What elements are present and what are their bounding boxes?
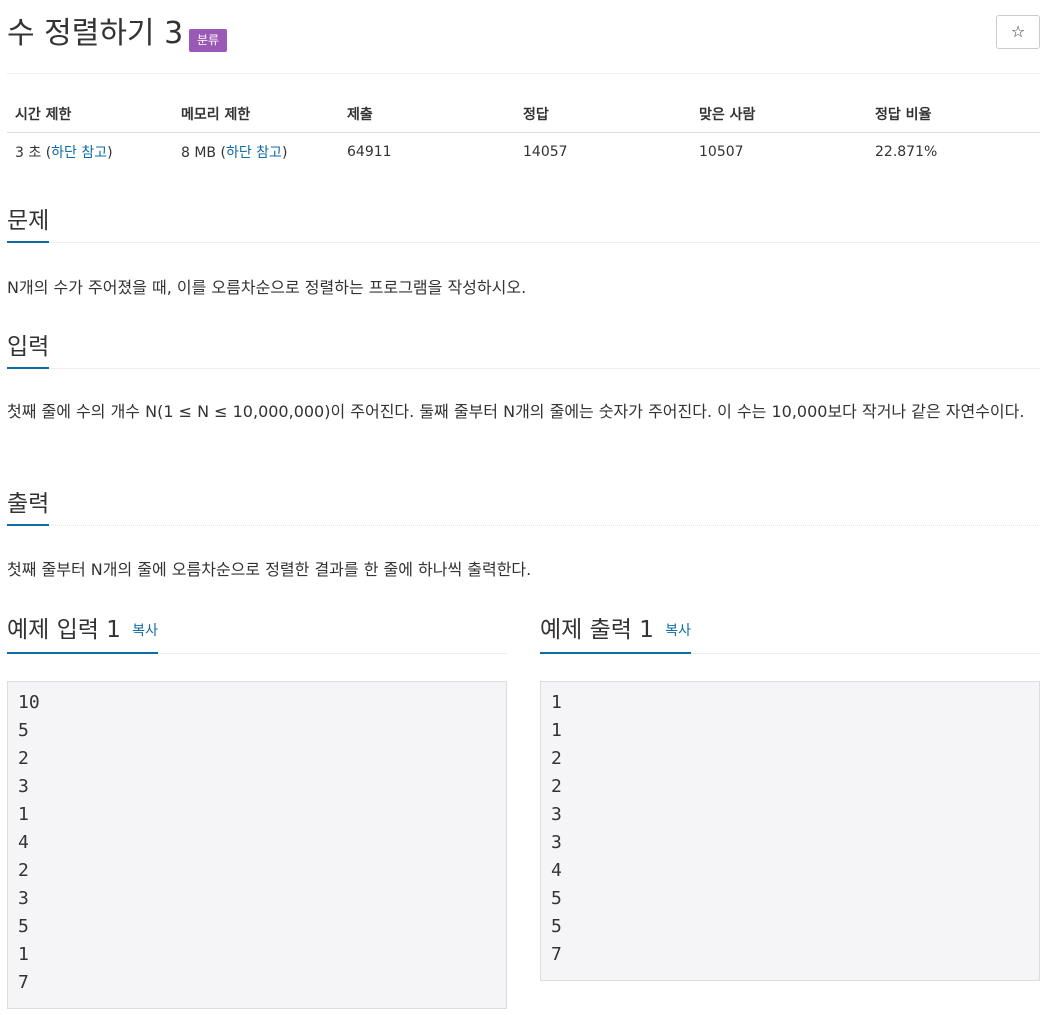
accepted-value: 14057 (523, 143, 568, 160)
page-title: 수 정렬하기 3 (7, 16, 184, 51)
memory-limit-cell: 8 MB (하단 참고) (181, 144, 288, 161)
sample-output-header: 예제 출력 1 복사 (540, 610, 1040, 654)
memory-limit-value: 8 MB (181, 144, 217, 161)
time-note-link[interactable]: 하단 참고 (51, 145, 107, 161)
description-section: 문제 N개의 수가 주어졌을 때, 이를 오름차순으로 정렬하는 프로그램을 작… (7, 203, 1040, 303)
input-header: 입력 (7, 329, 1040, 369)
output-title: 출력 (7, 486, 50, 526)
input-text: 첫째 줄에 수의 개수 N(1 ≤ N ≤ 10,000,000)이 주어진다.… (7, 402, 1025, 421)
copy-output-button[interactable]: 복사 (665, 623, 691, 639)
time-limit-cell: 3 초 (하단 참고) (15, 144, 113, 161)
info-value-row: 3 초 (하단 참고) 8 MB (하단 참고) 64911 14057 105… (7, 132, 1040, 171)
submissions-value: 64911 (347, 143, 392, 160)
copy-input-button[interactable]: 복사 (132, 623, 158, 639)
star-button[interactable]: ☆ (996, 15, 1040, 49)
description-title: 문제 (7, 203, 50, 243)
sample-output-text[interactable]: 1 1 2 2 3 3 4 5 5 7 (540, 681, 1040, 981)
sample-input-panel: 예제 입력 1 복사 10 5 2 3 1 4 2 3 5 1 7 (7, 610, 507, 1009)
sample-input-title-wrap: 예제 입력 1 복사 (7, 610, 158, 654)
output-header: 출력 (7, 486, 1040, 526)
description-header: 문제 (7, 203, 1040, 243)
solvers-value: 10507 (699, 143, 744, 160)
header-memory-limit: 메모리 제한 (173, 96, 339, 133)
category-badge[interactable]: 분류 (189, 29, 227, 52)
title-divider (7, 73, 1040, 74)
output-text: 첫째 줄부터 N개의 줄에 오름차순으로 정렬한 결과를 한 줄에 하나씩 출력… (7, 560, 532, 579)
header-time-limit: 시간 제한 (7, 96, 173, 133)
time-limit-value: 3 초 (15, 144, 42, 161)
header-submissions: 제출 (339, 96, 515, 133)
input-section: 입력 첫째 줄에 수의 개수 N(1 ≤ N ≤ 10,000,000)이 주어… (7, 329, 1040, 427)
problem-header: 수 정렬하기 3 분류 ☆ (7, 14, 1040, 54)
header-ratio: 정답 비율 (867, 96, 1040, 133)
header-accepted: 정답 (515, 96, 691, 133)
problem-info-table: 시간 제한 메모리 제한 제출 정답 맞은 사람 정답 비율 3 초 (하단 참… (7, 96, 1040, 171)
sample-input-header: 예제 입력 1 복사 (7, 610, 507, 654)
sample-input-title: 예제 입력 1 (7, 617, 121, 643)
header-solvers: 맞은 사람 (691, 96, 867, 133)
sample-output-title: 예제 출력 1 (540, 617, 654, 643)
ratio-value: 22.871% (875, 143, 938, 160)
description-text: N개의 수가 주어졌을 때, 이를 오름차순으로 정렬하는 프로그램을 작성하시… (7, 278, 527, 297)
memory-note-link[interactable]: 하단 참고 (226, 145, 282, 161)
star-icon: ☆ (1010, 22, 1026, 41)
input-title: 입력 (7, 329, 50, 369)
sample-input-text[interactable]: 10 5 2 3 1 4 2 3 5 1 7 (7, 681, 507, 1009)
info-header-row: 시간 제한 메모리 제한 제출 정답 맞은 사람 정답 비율 (7, 96, 1040, 133)
sample-output-title-wrap: 예제 출력 1 복사 (540, 610, 691, 654)
output-section: 출력 첫째 줄부터 N개의 줄에 오름차순으로 정렬한 결과를 한 줄에 하나씩… (7, 486, 1040, 585)
sample-output-panel: 예제 출력 1 복사 1 1 2 2 3 3 4 5 5 7 (540, 610, 1040, 981)
